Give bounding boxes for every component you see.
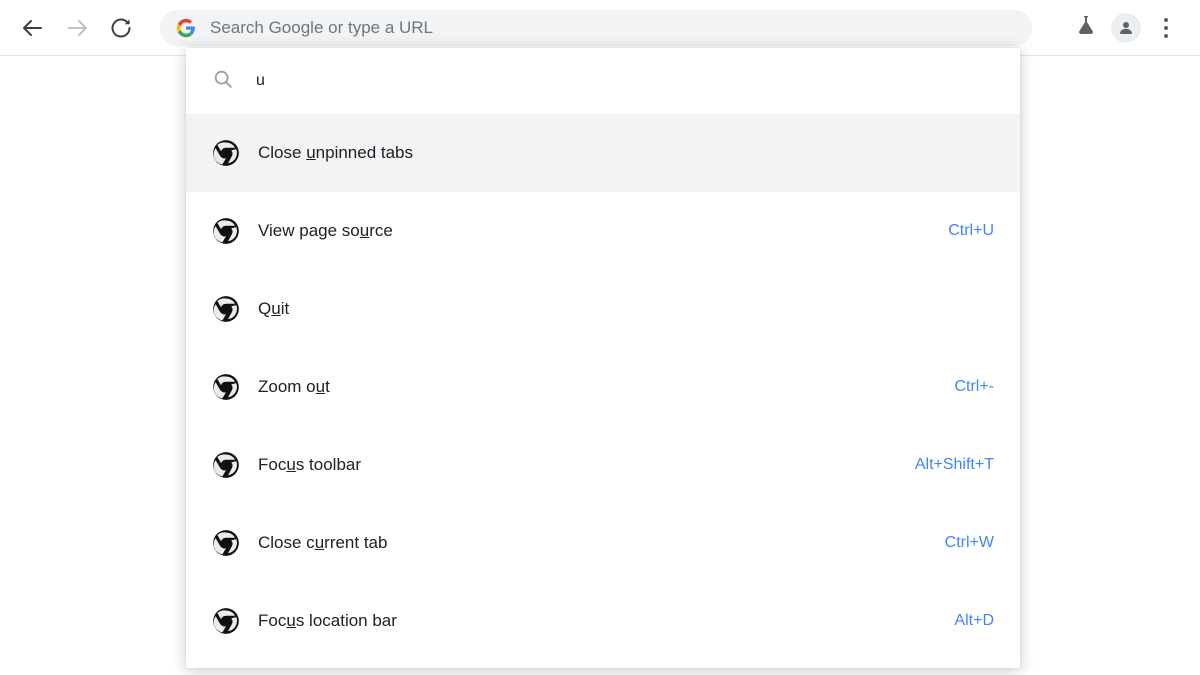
omnibox[interactable]: Search Google or type a URL: [160, 9, 1032, 46]
three-dot-menu-icon: [1164, 17, 1168, 38]
palette-row[interactable]: Close current tab Ctrl+W: [186, 504, 1020, 582]
google-g-icon: [176, 18, 196, 38]
palette-row[interactable]: Focus location bar Alt+D: [186, 582, 1020, 660]
palette-row-label: View page source: [258, 221, 393, 240]
profile-avatar-icon: [1111, 12, 1141, 43]
palette-row-shortcut: Alt+D: [954, 612, 994, 629]
palette-row[interactable]: Zoom out Ctrl+-: [186, 348, 1020, 426]
omnibox-placeholder: Search Google or type a URL: [210, 17, 434, 37]
chrome-icon: [212, 451, 240, 479]
palette-search-input[interactable]: u: [256, 72, 265, 90]
palette-row-label: Focus location bar: [258, 611, 397, 630]
palette-row-shortcut: Ctrl+-: [954, 378, 994, 395]
palette-row-shortcut: Ctrl+W: [944, 534, 994, 551]
palette-row-label: Zoom out: [258, 377, 330, 396]
palette-row[interactable]: Focus toolbar Alt+Shift+T: [186, 426, 1020, 504]
chrome-icon: [212, 373, 240, 401]
search-icon: [212, 68, 234, 95]
palette-row[interactable]: Close unpinned tabs: [186, 114, 1020, 192]
chrome-icon: [212, 607, 240, 635]
palette-row-shortcut: Alt+Shift+T: [914, 456, 994, 473]
palette-row[interactable]: Quit: [186, 270, 1020, 348]
palette-row-label: Close current tab: [258, 533, 388, 552]
palette-row-label: Focus toolbar: [258, 455, 362, 474]
chrome-icon: [212, 139, 240, 167]
chrome-icon: [212, 529, 240, 557]
chrome-icon: [212, 295, 240, 323]
chrome-menu-button[interactable]: [1146, 8, 1186, 48]
experiments-button[interactable]: [1066, 8, 1106, 48]
command-palette-dropdown: u Close unpinned tabs View page source Ctr…: [186, 48, 1020, 668]
palette-row[interactable]: View page source Ctrl+U: [186, 192, 1020, 270]
palette-row-label: Quit: [258, 299, 290, 318]
palette-row-shortcut: Ctrl+U: [948, 222, 994, 239]
profile-button[interactable]: [1106, 8, 1146, 48]
palette-search-row[interactable]: u: [186, 48, 1020, 114]
arrow-left-icon: [21, 16, 45, 40]
back-button[interactable]: [14, 9, 52, 47]
toolbar-actions: [1066, 8, 1186, 48]
arrow-right-icon: [65, 16, 89, 40]
reload-icon: [109, 16, 133, 40]
reload-button[interactable]: [102, 9, 140, 47]
chrome-icon: [212, 217, 240, 245]
palette-row-label: Close unpinned tabs: [258, 143, 414, 162]
forward-button[interactable]: [58, 9, 96, 47]
palette-results-list: Close unpinned tabs View page source Ctrl+…: [186, 114, 1020, 660]
flask-icon: [1074, 13, 1098, 42]
